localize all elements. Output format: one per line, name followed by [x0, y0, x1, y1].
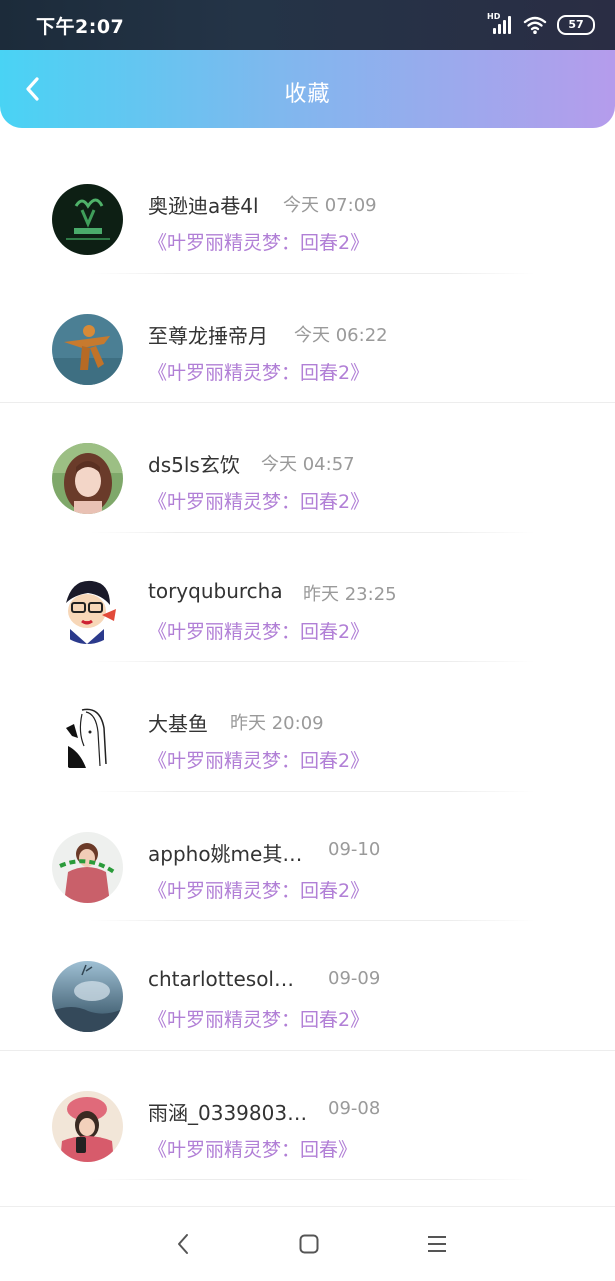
favorite-title[interactable]: 《叶罗丽精灵梦：回春2》: [148, 228, 369, 255]
list-item[interactable]: 奥逊迪a巷4l 今天 07:09 《叶罗丽精灵梦：回春2》: [0, 144, 615, 274]
user-name: ds5ls玄饮: [148, 453, 240, 477]
wifi-icon: [523, 16, 547, 34]
timestamp: 09-10: [328, 838, 381, 860]
square-icon: [299, 1234, 319, 1254]
user-name: chtarlottesol…: [148, 967, 294, 991]
timestamp: 今天 04:57: [261, 454, 355, 475]
user-name: 至尊龙捶帝月: [148, 323, 268, 348]
nav-back-button[interactable]: [168, 1229, 198, 1259]
nav-menu-button[interactable]: [422, 1229, 452, 1259]
list-item[interactable]: 大基鱼 昨天 20:09 《叶罗丽精灵梦：回春2》: [0, 662, 615, 792]
status-icons: HD 57: [487, 12, 595, 38]
divider: [90, 1179, 535, 1180]
timestamp: 昨天 20:09: [230, 713, 324, 734]
favorite-title[interactable]: 《叶罗丽精灵梦：回春2》: [148, 487, 369, 514]
signal-icon: HD: [487, 12, 513, 36]
list-item[interactable]: chtarlottesol… 09-09 《叶罗丽精灵梦：回春2》: [0, 921, 615, 1051]
user-name: toryquburcha: [148, 578, 283, 603]
favorite-title[interactable]: 《叶罗丽精灵梦：回春2》: [148, 617, 369, 644]
status-bar: 下午2:07 HD 57: [0, 0, 615, 50]
favorite-title[interactable]: 《叶罗丽精灵梦：回春2》: [148, 876, 369, 903]
favorite-title[interactable]: 《叶罗丽精灵梦：回春》: [148, 1135, 357, 1162]
user-name: appho姚me其…: [148, 841, 303, 866]
user-name: 雨涵_0339803…: [148, 1100, 308, 1125]
timestamp: 昨天 23:25: [303, 583, 397, 605]
avatar[interactable]: [52, 184, 123, 255]
nav-home-button[interactable]: [294, 1229, 324, 1259]
page-title: 收藏: [284, 82, 331, 107]
timestamp: 09-08: [328, 1097, 381, 1119]
timestamp: 今天 06:22: [294, 324, 388, 346]
timestamp: 今天 07:09: [283, 195, 377, 216]
avatar[interactable]: [52, 572, 123, 644]
favorite-title[interactable]: 《叶罗丽精灵梦：回春2》: [148, 358, 369, 385]
avatar[interactable]: [52, 313, 123, 385]
menu-icon: [428, 1236, 446, 1252]
app-header: 收藏: [0, 50, 615, 128]
favorite-title[interactable]: 《叶罗丽精灵梦：回春2》: [148, 746, 369, 773]
avatar[interactable]: [52, 443, 123, 514]
hd-badge: HD: [487, 12, 501, 21]
timestamp: 09-09: [328, 968, 381, 989]
user-name: 大基鱼: [148, 712, 208, 736]
list-item[interactable]: 至尊龙捶帝月 今天 06:22 《叶罗丽精灵梦：回春2》: [0, 274, 615, 403]
list-item[interactable]: ds5ls玄饮 今天 04:57 《叶罗丽精灵梦：回春2》: [0, 403, 615, 533]
avatar[interactable]: [52, 1090, 123, 1162]
list-item[interactable]: 雨涵_0339803… 09-08 《叶罗丽精灵梦：回春》: [0, 1051, 615, 1180]
list-item[interactable]: appho姚me其… 09-10 《叶罗丽精灵梦：回春2》: [0, 792, 615, 921]
avatar[interactable]: [52, 831, 123, 903]
avatar[interactable]: [52, 702, 123, 773]
avatar[interactable]: [52, 961, 123, 1032]
battery-icon: 57: [557, 15, 595, 35]
chevron-left-icon: [178, 1234, 188, 1254]
favorites-list: 奥逊迪a巷4l 今天 07:09 《叶罗丽精灵梦：回春2》 至尊龙捶帝月 今天 …: [0, 144, 615, 1180]
favorite-title[interactable]: 《叶罗丽精灵梦：回春2》: [148, 1005, 369, 1032]
list-item[interactable]: toryquburcha 昨天 23:25 《叶罗丽精灵梦：回春2》: [0, 533, 615, 662]
status-time: 下午2:07: [36, 16, 125, 38]
user-name: 奥逊迪a巷4l: [148, 194, 259, 218]
system-nav-bar: [0, 1206, 615, 1281]
